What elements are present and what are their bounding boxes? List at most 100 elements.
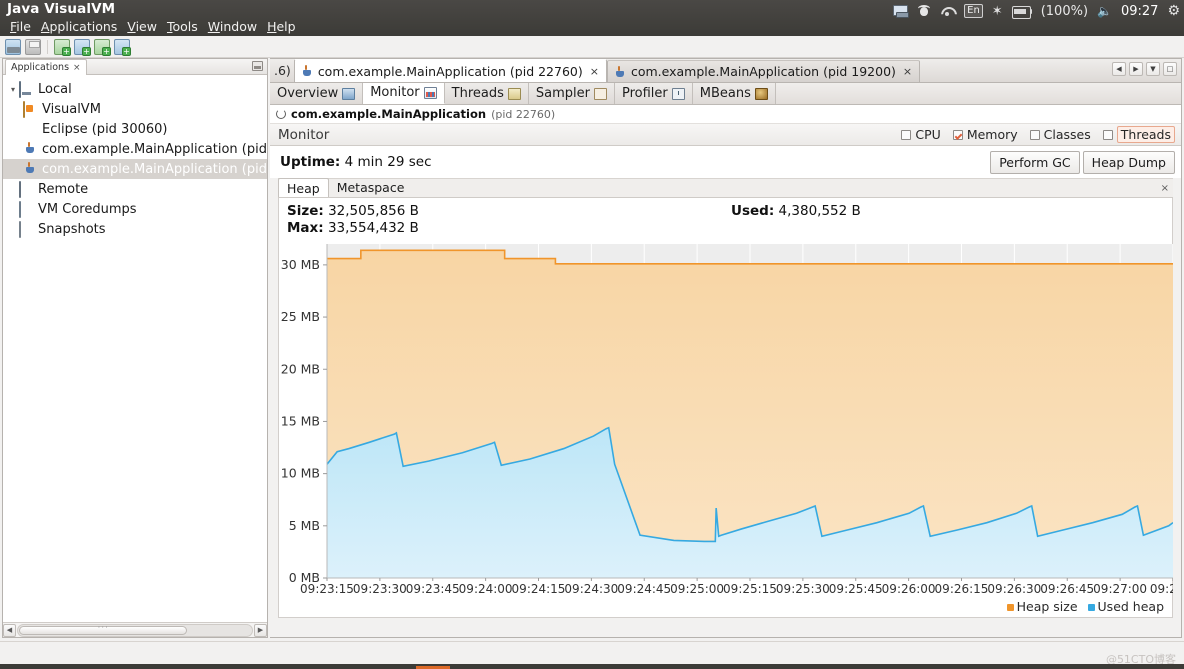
checkbox-threads-label: Threads xyxy=(1116,126,1175,143)
visualvm-window: Java VisualVM File Applications View Too… xyxy=(0,0,1184,669)
checkbox-memory[interactable]: Memory xyxy=(952,127,1018,142)
mbeans-icon xyxy=(754,87,768,100)
heap-max-label: Max: xyxy=(287,220,324,236)
monitor-icon xyxy=(423,86,437,99)
document-tabbar: .6) com.example.MainApplication (pid 227… xyxy=(270,59,1181,83)
monitor-icon[interactable] xyxy=(893,5,910,18)
tab-overview[interactable]: Overview xyxy=(270,83,364,104)
remote-host-icon xyxy=(19,181,21,198)
bug-icon[interactable] xyxy=(917,4,931,18)
svg-text:09:26:00: 09:26:00 xyxy=(882,582,936,596)
menu-applications[interactable]: Applications xyxy=(36,18,122,35)
document-tab-pid-19200[interactable]: com.example.MainApplication (pid 19200) … xyxy=(606,60,921,82)
tab-profiler-label: Profiler xyxy=(621,86,668,101)
scroll-right-icon[interactable]: ▶ xyxy=(1129,62,1143,76)
local-host-icon xyxy=(19,81,21,98)
bluetooth-icon[interactable]: ✶ xyxy=(992,5,1003,18)
svg-text:25 MB: 25 MB xyxy=(281,309,320,324)
tree-item-remote[interactable]: Remote xyxy=(3,179,267,199)
chevron-down-icon[interactable]: ▼ xyxy=(1146,62,1160,76)
checkbox-classes[interactable]: Classes xyxy=(1029,127,1091,142)
document-tab-truncated[interactable]: .6) xyxy=(270,60,294,82)
add-vm-coredump-icon[interactable]: + xyxy=(94,38,111,56)
monitor-title: Monitor xyxy=(278,126,330,143)
chevron-down-icon[interactable]: ▾ xyxy=(7,85,19,94)
add-jmx-connection-icon[interactable]: + xyxy=(54,38,71,56)
tree-item-visualvm[interactable]: VisualVM xyxy=(3,99,267,119)
sidebar-horizontal-scrollbar[interactable]: ◀ ▶ xyxy=(3,622,267,637)
menubar: File Applications View Tools Window Help xyxy=(5,17,301,35)
checkbox-classes-label: Classes xyxy=(1043,127,1091,142)
maximize-icon[interactable]: □ xyxy=(1163,62,1177,76)
heap-stats: Size: 32,505,856 B Max: 33,554,432 B Use… xyxy=(279,198,1172,242)
menu-window[interactable]: Window xyxy=(203,18,262,35)
scroll-right-icon[interactable]: ▶ xyxy=(254,623,267,637)
tree-item-vm-coredumps[interactable]: VM Coredumps xyxy=(3,199,267,219)
wifi-icon[interactable] xyxy=(940,5,955,17)
tab-overview-label: Overview xyxy=(277,86,339,101)
tree-item-snapshots[interactable]: Snapshots xyxy=(3,219,267,239)
view-tabbar: Overview Monitor Threads Sampler Profile… xyxy=(270,82,1181,105)
tab-sampler[interactable]: Sampler xyxy=(528,83,615,104)
tree-item-label: VisualVM xyxy=(42,101,101,117)
legend-item-heap-size[interactable]: Heap size xyxy=(1006,599,1078,614)
menu-file[interactable]: File xyxy=(5,18,36,35)
perform-gc-button[interactable]: Perform GC xyxy=(990,150,1080,174)
document-tab-pid-22760[interactable]: com.example.MainApplication (pid 22760) … xyxy=(293,59,607,82)
checkbox-cpu[interactable]: CPU xyxy=(901,127,941,142)
volume-icon[interactable]: 🔈 xyxy=(1097,4,1112,18)
scrollbar-track[interactable] xyxy=(17,623,253,637)
clock[interactable]: 09:27 xyxy=(1121,4,1158,19)
legend-swatch-heap-size xyxy=(1006,604,1014,611)
svg-text:09:26:15: 09:26:15 xyxy=(935,582,989,596)
desktop-taskbar xyxy=(0,664,1184,669)
profiler-icon xyxy=(671,87,685,100)
tab-mbeans[interactable]: MBeans xyxy=(692,83,776,104)
input-method-icon[interactable]: En xyxy=(964,4,983,18)
menu-help[interactable]: Help xyxy=(262,18,301,35)
heap-chart-svg[interactable]: 0 MB5 MB10 MB15 MB20 MB25 MB30 MB09:23:1… xyxy=(279,242,1184,618)
checkbox-threads[interactable]: Threads xyxy=(1102,126,1175,143)
svg-text:09:24:45: 09:24:45 xyxy=(617,582,671,596)
tab-heap[interactable]: Heap xyxy=(278,178,329,197)
menu-tools[interactable]: Tools xyxy=(162,18,203,35)
document-tab-label: com.example.MainApplication (pid 22760) xyxy=(317,63,583,79)
power-gear-icon[interactable]: ⚙ xyxy=(1167,4,1180,18)
tab-applications-label: Applications xyxy=(11,62,70,73)
menu-view[interactable]: View xyxy=(122,18,162,35)
tree-item-label: Snapshots xyxy=(38,221,106,237)
tree-item-mainapplication-19200[interactable]: com.example.MainApplication (pid xyxy=(3,159,267,179)
scroll-left-icon[interactable]: ◀ xyxy=(3,623,16,637)
tab-monitor[interactable]: Monitor xyxy=(363,82,445,104)
tab-metaspace[interactable]: Metaspace xyxy=(329,178,413,197)
tab-applications[interactable]: Applications × xyxy=(5,59,87,75)
scrollbar-thumb[interactable] xyxy=(19,625,188,635)
svg-text:09:23:45: 09:23:45 xyxy=(406,582,460,596)
minimize-icon[interactable] xyxy=(252,61,263,71)
close-icon[interactable]: × xyxy=(903,65,912,78)
scroll-left-icon[interactable]: ◀ xyxy=(1112,62,1126,76)
tree-item-local[interactable]: ▾ Local xyxy=(3,79,267,99)
tab-threads[interactable]: Threads xyxy=(444,83,529,104)
tree-item-label: Eclipse (pid 30060) xyxy=(42,121,168,137)
legend-item-used-heap[interactable]: Used heap xyxy=(1087,599,1164,614)
tree-item-eclipse[interactable]: Eclipse (pid 30060) xyxy=(3,119,267,139)
add-remote-host-icon[interactable]: + xyxy=(74,38,91,56)
svg-text:09:27:1: 09:27:1 xyxy=(1150,582,1173,596)
svg-text:09:24:00: 09:24:00 xyxy=(459,582,513,596)
heap-max-line: Max: 33,554,432 B xyxy=(287,220,1172,237)
add-application-icon[interactable]: + xyxy=(114,38,131,56)
open-snapshot-icon[interactable] xyxy=(5,38,21,55)
svg-text:20 MB: 20 MB xyxy=(281,361,320,376)
tree-item-mainapplication-22760[interactable]: com.example.MainApplication (pid xyxy=(3,139,267,159)
svg-text:09:24:30: 09:24:30 xyxy=(564,582,618,596)
save-snapshot-icon[interactable] xyxy=(25,38,41,55)
java-icon xyxy=(615,65,626,78)
close-icon[interactable]: × xyxy=(590,65,599,78)
heap-plot[interactable]: 0 MB 5 MB 10 MB 15 MB 20 MB 25 MB 30 MB 09:23:1… xyxy=(279,242,1184,618)
tab-profiler[interactable]: Profiler xyxy=(614,83,693,104)
battery-icon[interactable] xyxy=(1011,5,1032,19)
heap-dump-button[interactable]: Heap Dump xyxy=(1082,150,1175,174)
close-icon[interactable]: × xyxy=(1161,183,1169,194)
close-icon[interactable]: × xyxy=(73,63,81,73)
